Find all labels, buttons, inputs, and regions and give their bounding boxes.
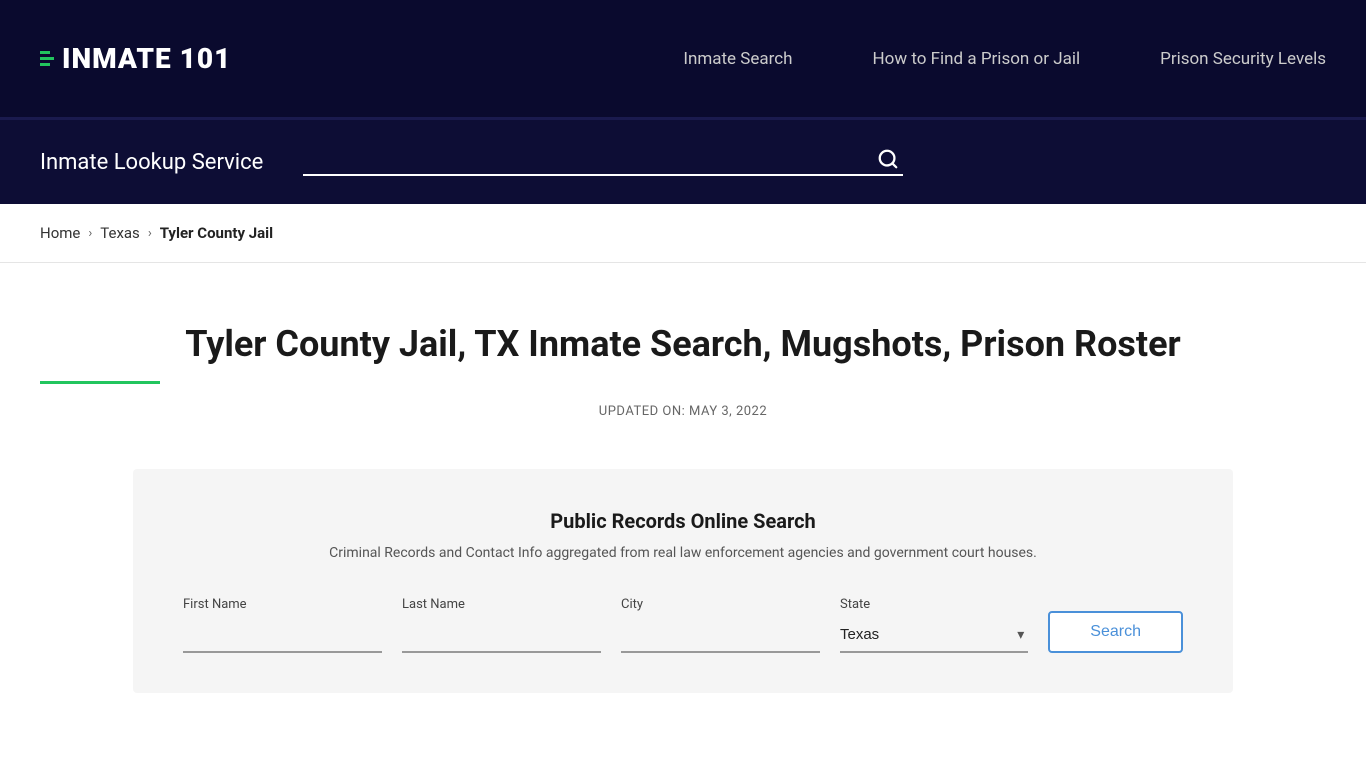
top-navigation: INMATE 101 Inmate Search How to Find a P… [0, 0, 1366, 120]
breadcrumb-chevron-1: › [88, 226, 92, 241]
card-subtitle: Criminal Records and Contact Info aggreg… [183, 545, 1183, 561]
logo-bar-2 [40, 57, 54, 60]
logo-bars-icon [40, 51, 54, 66]
breadcrumb-section: Home › Texas › Tyler County Jail [0, 204, 1366, 263]
breadcrumb-current: Tyler County Jail [160, 224, 273, 242]
search-input-wrapper [303, 148, 903, 176]
updated-text: UPDATED ON: MAY 3, 2022 [40, 404, 1326, 419]
search-section-label: Inmate Lookup Service [40, 150, 263, 175]
search-card: Public Records Online Search Criminal Re… [133, 469, 1233, 693]
security-levels-nav-link[interactable]: Prison Security Levels [1160, 49, 1326, 69]
breadcrumb: Home › Texas › Tyler County Jail [40, 224, 1326, 242]
search-submit-button[interactable]: Search [1048, 611, 1183, 653]
logo-bar-1 [40, 51, 50, 54]
first-name-input[interactable] [183, 618, 382, 653]
breadcrumb-state[interactable]: Texas [100, 224, 140, 242]
search-section: Inmate Lookup Service [0, 120, 1366, 204]
city-label: City [621, 597, 820, 612]
last-name-label: Last Name [402, 597, 601, 612]
city-input[interactable] [621, 618, 820, 653]
logo-link[interactable]: INMATE 101 [40, 42, 231, 75]
breadcrumb-home[interactable]: Home [40, 224, 80, 242]
city-group: City [621, 597, 820, 653]
page-title: Tyler County Jail, TX Inmate Search, Mug… [185, 323, 1180, 365]
first-name-label: First Name [183, 597, 382, 612]
first-name-group: First Name [183, 597, 382, 653]
last-name-input[interactable] [402, 618, 601, 653]
last-name-group: Last Name [402, 597, 601, 653]
search-button-top[interactable] [873, 148, 903, 170]
search-form: First Name Last Name City State Texas Al… [183, 597, 1183, 653]
logo-bar-3 [40, 63, 50, 66]
page-title-underline [40, 381, 160, 384]
breadcrumb-chevron-2: › [148, 226, 152, 241]
nav-links: Inmate Search How to Find a Prison or Ja… [683, 49, 1326, 69]
search-icon [877, 148, 899, 170]
main-content: Tyler County Jail, TX Inmate Search, Mug… [0, 263, 1366, 733]
logo-text: INMATE 101 [62, 42, 231, 75]
state-group: State Texas Alabama Alaska Arizona Calif… [840, 597, 1028, 653]
state-label: State [840, 597, 1028, 612]
how-to-find-nav-link[interactable]: How to Find a Prison or Jail [873, 49, 1081, 69]
inmate-search-nav-link[interactable]: Inmate Search [683, 49, 792, 69]
state-select-wrapper: Texas Alabama Alaska Arizona California … [840, 618, 1028, 653]
state-select[interactable]: Texas Alabama Alaska Arizona California … [840, 618, 1028, 653]
search-input[interactable] [303, 150, 873, 168]
card-title: Public Records Online Search [183, 509, 1183, 533]
